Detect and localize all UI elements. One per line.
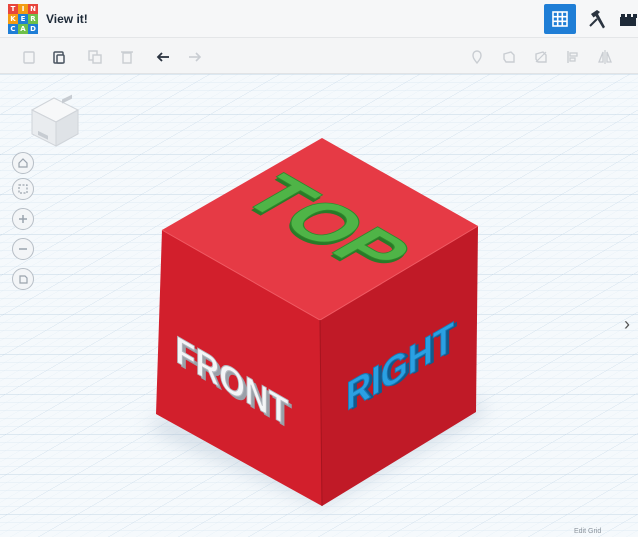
redo-icon — [189, 52, 202, 62]
paste-icon — [53, 51, 65, 64]
hide-button[interactable] — [530, 46, 552, 68]
zoom-in-icon — [19, 215, 27, 223]
orthographic-button[interactable] — [12, 268, 34, 290]
zoom-out-button[interactable] — [12, 238, 34, 260]
tinkercad-logo[interactable]: TINKERCAD — [8, 4, 38, 34]
hammer-icon — [589, 10, 605, 29]
logo-letter: K — [8, 14, 18, 24]
logo-letter: T — [8, 4, 18, 14]
app-header: TINKERCAD View it! — [0, 0, 638, 38]
show-all-button[interactable] — [498, 46, 520, 68]
zoom-out-icon — [19, 248, 27, 250]
logo-letter: I — [18, 4, 28, 14]
fit-view-icon — [18, 184, 28, 194]
delete-icon — [121, 51, 133, 64]
bricks-button[interactable] — [618, 4, 638, 34]
workplane-canvas[interactable]: TOP TOP FRONT FRONT RIGHT RIGHT — [0, 74, 638, 537]
paste-button[interactable] — [48, 46, 70, 68]
redo-button[interactable] — [184, 46, 206, 68]
show-icon — [503, 51, 515, 63]
duplicate-icon — [88, 50, 102, 64]
orthographic-icon — [19, 275, 28, 284]
duplicate-button[interactable] — [84, 46, 106, 68]
copy-button[interactable] — [18, 46, 40, 68]
logo-letter: D — [28, 24, 38, 34]
logo-letter: C — [8, 24, 18, 34]
align-icon — [567, 51, 578, 63]
mirror-icon — [598, 50, 612, 64]
undo-button[interactable] — [152, 46, 174, 68]
design-title[interactable]: View it! — [46, 12, 88, 26]
home-view-button[interactable] — [12, 152, 34, 174]
workplane[interactable]: TOP TOP FRONT FRONT RIGHT RIGHT — [0, 74, 638, 537]
grid-view-icon — [552, 11, 568, 27]
logo-letter: A — [18, 24, 28, 34]
copy-icon — [23, 51, 35, 64]
build-button[interactable] — [584, 4, 612, 34]
bricks-icon — [620, 14, 637, 26]
logo-letter: N — [28, 4, 38, 14]
edit-toolbar — [0, 38, 638, 74]
zoom-in-button[interactable] — [12, 208, 34, 230]
logo-letter: E — [18, 14, 28, 24]
grid-view-button[interactable] — [544, 4, 576, 34]
hide-icon — [535, 51, 547, 63]
align-button[interactable] — [562, 46, 584, 68]
edit-grid-link[interactable]: Edit Grid — [574, 528, 601, 535]
expand-panel-chevron-icon[interactable]: › — [624, 314, 630, 335]
note-button[interactable] — [466, 46, 488, 68]
mirror-button[interactable] — [594, 46, 616, 68]
undo-icon — [156, 52, 169, 62]
fit-view-button[interactable] — [12, 178, 34, 200]
delete-button[interactable] — [116, 46, 138, 68]
view-cube[interactable] — [24, 90, 86, 152]
note-icon — [472, 50, 482, 65]
logo-letter: R — [28, 14, 38, 24]
home-view-icon — [18, 158, 28, 168]
